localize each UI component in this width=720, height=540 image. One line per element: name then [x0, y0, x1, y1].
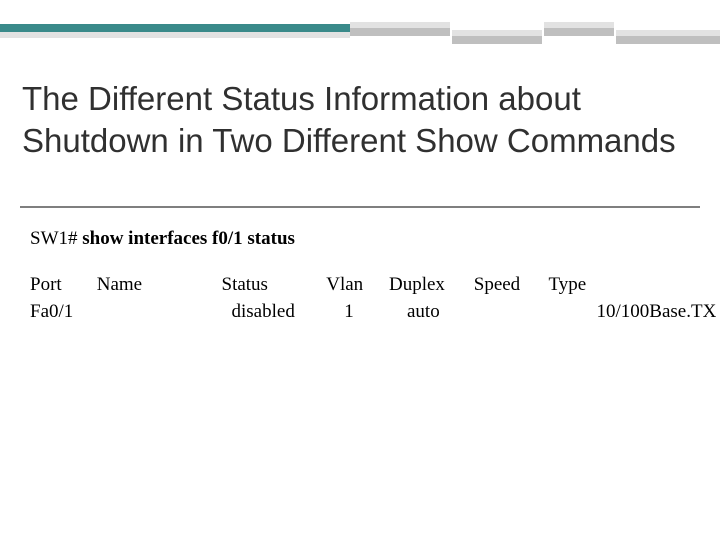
slide-title: The Different Status Information about S… — [22, 78, 702, 162]
cell-duplex: auto — [407, 299, 487, 326]
cli-command: show interfaces f0/1 status — [82, 228, 295, 249]
col-header-type: Type — [549, 272, 699, 299]
col-header-status: Status — [222, 272, 322, 299]
cell-status: disabled — [222, 299, 332, 326]
table-header-row: Port Name Status Vlan Duplex Speed Type — [30, 272, 720, 299]
status-table: Port Name Status Vlan Duplex Speed Type … — [30, 272, 720, 325]
col-header-port: Port — [30, 272, 92, 299]
slide: The Different Status Information about S… — [0, 0, 720, 540]
col-header-vlan: Vlan — [326, 272, 384, 299]
bar-gray-a — [350, 28, 450, 36]
bar-light-left — [0, 32, 350, 38]
bar-gray-b — [452, 36, 542, 44]
title-underline — [20, 206, 700, 208]
col-header-duplex: Duplex — [389, 272, 469, 299]
cli-command-line: SW1# show interfaces f0/1 status — [30, 228, 295, 250]
cell-port: Fa0/1 — [30, 299, 92, 326]
cell-vlan: 1 — [336, 299, 402, 326]
col-header-speed: Speed — [474, 272, 544, 299]
table-row: Fa0/1 disabled 1 auto 10/100Base.TX — [30, 299, 720, 326]
cell-type: 10/100Base.TX — [567, 299, 720, 326]
decorative-top-bars — [0, 0, 720, 60]
bar-teal-left — [0, 24, 350, 32]
cli-prompt: SW1# — [30, 228, 82, 249]
bar-gray-d — [616, 36, 720, 44]
bar-gray-c — [544, 28, 614, 36]
col-header-name: Name — [97, 272, 217, 299]
